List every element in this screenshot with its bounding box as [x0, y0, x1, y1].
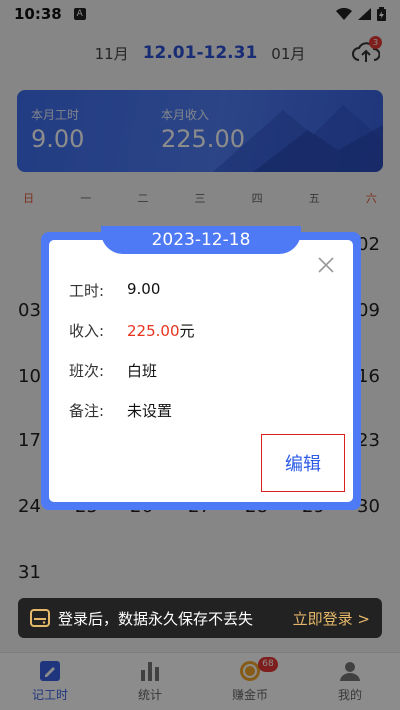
income-value: 225.00元 — [127, 320, 195, 341]
note-value: 未设置 — [127, 402, 173, 420]
tab-statistics[interactable]: 统计 — [100, 653, 200, 710]
tab-label: 记工时 — [31, 688, 68, 702]
dialog-date: 2023-12-18 — [151, 230, 251, 250]
coin-badge: 68 — [258, 657, 278, 672]
income-unit: 元 — [179, 322, 195, 340]
hours-key: 工时: — [69, 282, 105, 300]
edit-button[interactable]: 编辑 — [261, 434, 345, 492]
storage-icon — [30, 609, 50, 627]
shift-row: 班次: 白班 — [69, 360, 157, 381]
bottom-tab-bar: 记工时 统计 68 赚金币 我的 — [0, 652, 400, 710]
day-detail-dialog: 工时: 9.00 收入: 225.00元 班次: 白班 备注: 未设置 编辑 2… — [41, 226, 361, 510]
login-promo-text: 登录后，数据永久保存不丢失 — [58, 609, 254, 628]
tab-record-hours[interactable]: 记工时 — [0, 653, 100, 710]
tab-label: 我的 — [337, 688, 362, 702]
income-key: 收入: — [69, 322, 105, 340]
bar-chart-icon — [141, 662, 159, 681]
login-now-link[interactable]: 立即登录 > — [293, 608, 370, 629]
note-key: 备注: — [69, 402, 105, 420]
hours-value: 9.00 — [127, 280, 161, 298]
note-row: 备注: 未设置 — [69, 400, 172, 421]
edit-note-icon — [40, 661, 60, 681]
close-icon[interactable] — [317, 256, 335, 274]
income-row: 收入: 225.00元 — [69, 320, 195, 341]
dialog-body: 工时: 9.00 收入: 225.00元 班次: 白班 备注: 未设置 编辑 — [49, 240, 353, 502]
tab-label: 赚金币 — [231, 688, 268, 702]
tab-label: 统计 — [137, 688, 162, 702]
login-promo-bar[interactable]: 登录后，数据永久保存不丢失 立即登录 > — [18, 598, 382, 638]
dialog-date-header: 2023-12-18 — [101, 226, 301, 254]
hours-row: 工时: 9.00 — [69, 280, 160, 301]
shift-key: 班次: — [69, 362, 105, 380]
income-amount: 225.00 — [127, 322, 180, 340]
tab-earn-coins[interactable]: 68 赚金币 — [200, 653, 300, 710]
user-icon — [340, 662, 360, 681]
shift-value: 白班 — [127, 362, 158, 380]
tab-profile[interactable]: 我的 — [300, 653, 400, 710]
